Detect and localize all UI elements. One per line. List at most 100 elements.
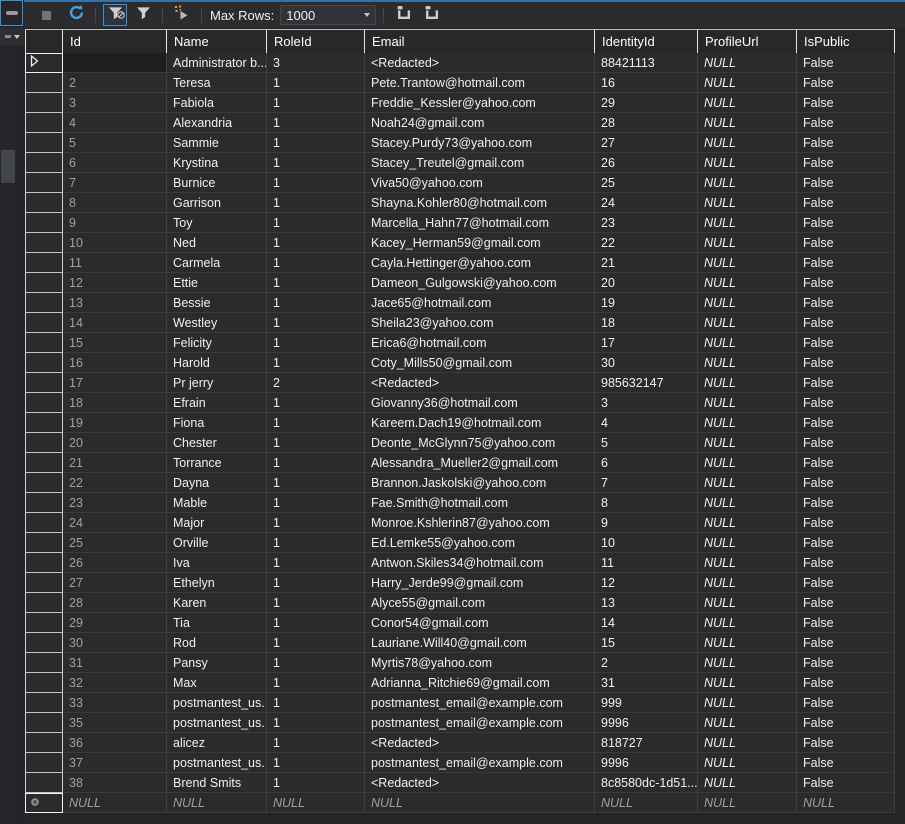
cell-id[interactable]: 36: [63, 733, 167, 753]
cell-email[interactable]: <Redacted>: [365, 373, 595, 393]
cell-id[interactable]: 18: [63, 393, 167, 413]
cell-identityid[interactable]: 7: [595, 473, 698, 493]
cell-name[interactable]: Chester: [167, 433, 267, 453]
cell-roleid[interactable]: 1: [267, 73, 365, 93]
cell-name[interactable]: Rod: [167, 633, 267, 653]
cell-name[interactable]: alicez: [167, 733, 267, 753]
vertical-scrollbar[interactable]: [0, 48, 16, 824]
cell-id[interactable]: 35: [63, 713, 167, 733]
row-header[interactable]: [25, 353, 63, 373]
cell-identityid[interactable]: 13: [595, 593, 698, 613]
cell-email[interactable]: Marcella_Hahn77@hotmail.com: [365, 213, 595, 233]
cell-id[interactable]: 5: [63, 133, 167, 153]
cell-profileurl[interactable]: NULL: [698, 613, 797, 633]
cell-identityid[interactable]: 23: [595, 213, 698, 233]
cell-profileurl[interactable]: NULL: [698, 233, 797, 253]
cell-identityid[interactable]: 9: [595, 513, 698, 533]
row-header[interactable]: [25, 213, 63, 233]
cell-name[interactable]: Mable: [167, 493, 267, 513]
cell-ispublic[interactable]: False: [797, 653, 895, 673]
cell-identityid[interactable]: 14: [595, 613, 698, 633]
cell-ispublic[interactable]: False: [797, 413, 895, 433]
cell-identityid[interactable]: 28: [595, 113, 698, 133]
cell-identityid[interactable]: 26: [595, 153, 698, 173]
row-header[interactable]: [25, 493, 63, 513]
cell-roleid[interactable]: 1: [267, 473, 365, 493]
cell-profileurl[interactable]: NULL: [698, 533, 797, 553]
cell-name[interactable]: postmantest_us...: [167, 693, 267, 713]
cell-id[interactable]: 4: [63, 113, 167, 133]
row-header[interactable]: [25, 113, 63, 133]
cell-id[interactable]: 19: [63, 413, 167, 433]
cell-email[interactable]: Jace65@hotmail.com: [365, 293, 595, 313]
row-header[interactable]: [25, 313, 63, 333]
row-header-corner[interactable]: [25, 30, 63, 53]
cell-name[interactable]: Karen: [167, 593, 267, 613]
cell-email[interactable]: Antwon.Skiles34@hotmail.com: [365, 553, 595, 573]
cell-email[interactable]: Sheila23@yahoo.com: [365, 313, 595, 333]
cell-roleid[interactable]: NULL: [267, 793, 365, 813]
cell-roleid[interactable]: 1: [267, 533, 365, 553]
column-header-name[interactable]: Name: [167, 30, 267, 53]
cell-profileurl[interactable]: NULL: [698, 193, 797, 213]
cell-id[interactable]: 25: [63, 533, 167, 553]
row-header[interactable]: [25, 713, 63, 733]
cell-name[interactable]: Ethelyn: [167, 573, 267, 593]
row-header[interactable]: [25, 693, 63, 713]
cell-profileurl[interactable]: NULL: [698, 693, 797, 713]
cell-profileurl[interactable]: NULL: [698, 253, 797, 273]
cell-roleid[interactable]: 1: [267, 773, 365, 793]
cell-email[interactable]: Brannon.Jaskolski@yahoo.com: [365, 473, 595, 493]
cell-name[interactable]: Bessie: [167, 293, 267, 313]
cell-name[interactable]: Garrison: [167, 193, 267, 213]
cell-email[interactable]: Viva50@yahoo.com: [365, 173, 595, 193]
cell-id[interactable]: 23: [63, 493, 167, 513]
cell-roleid[interactable]: 1: [267, 613, 365, 633]
panel-handle-button[interactable]: [0, 0, 23, 26]
cell-roleid[interactable]: 1: [267, 493, 365, 513]
cell-id[interactable]: 3: [63, 93, 167, 113]
cell-ispublic[interactable]: False: [797, 313, 895, 333]
cell-email[interactable]: Ed.Lemke55@yahoo.com: [365, 533, 595, 553]
cell-roleid[interactable]: 1: [267, 573, 365, 593]
cell-email[interactable]: Conor54@gmail.com: [365, 613, 595, 633]
cell-roleid[interactable]: 1: [267, 413, 365, 433]
row-header[interactable]: [25, 173, 63, 193]
cell-name[interactable]: Torrance: [167, 453, 267, 473]
column-header-identityid[interactable]: IdentityId: [595, 30, 698, 53]
cell-roleid[interactable]: 1: [267, 753, 365, 773]
cell-ispublic[interactable]: False: [797, 113, 895, 133]
cell-identityid[interactable]: 6: [595, 453, 698, 473]
cell-profileurl[interactable]: NULL: [698, 433, 797, 453]
cell-name[interactable]: postmantest_us...: [167, 713, 267, 733]
cell-email[interactable]: Myrtis78@yahoo.com: [365, 653, 595, 673]
cell-id[interactable]: 22: [63, 473, 167, 493]
cell-name[interactable]: NULL: [167, 793, 267, 813]
cell-id[interactable]: 24: [63, 513, 167, 533]
cell-name[interactable]: Iva: [167, 553, 267, 573]
cell-profileurl[interactable]: NULL: [698, 633, 797, 653]
cell-email[interactable]: Alyce55@gmail.com: [365, 593, 595, 613]
row-header[interactable]: [25, 153, 63, 173]
cell-ispublic[interactable]: False: [797, 533, 895, 553]
cell-roleid[interactable]: 1: [267, 93, 365, 113]
cell-identityid[interactable]: 21: [595, 253, 698, 273]
cell-ispublic[interactable]: False: [797, 773, 895, 793]
cell-profileurl[interactable]: NULL: [698, 453, 797, 473]
column-header-email[interactable]: Email: [365, 30, 595, 53]
cell-profileurl[interactable]: NULL: [698, 73, 797, 93]
cell-id[interactable]: 10: [63, 233, 167, 253]
column-header-profileurl[interactable]: ProfileUrl: [698, 30, 797, 53]
cell-id[interactable]: 12: [63, 273, 167, 293]
cell-roleid[interactable]: 1: [267, 693, 365, 713]
cell-name[interactable]: Harold: [167, 353, 267, 373]
cell-email[interactable]: postmantest_email@example.com: [365, 693, 595, 713]
row-header[interactable]: [25, 653, 63, 673]
cell-profileurl[interactable]: NULL: [698, 713, 797, 733]
cell-ispublic[interactable]: False: [797, 273, 895, 293]
cell-ispublic[interactable]: False: [797, 213, 895, 233]
cell-identityid[interactable]: 4: [595, 413, 698, 433]
cell-name[interactable]: Administrator b...: [167, 53, 267, 73]
cell-roleid[interactable]: 1: [267, 453, 365, 473]
cell-profileurl[interactable]: NULL: [698, 513, 797, 533]
